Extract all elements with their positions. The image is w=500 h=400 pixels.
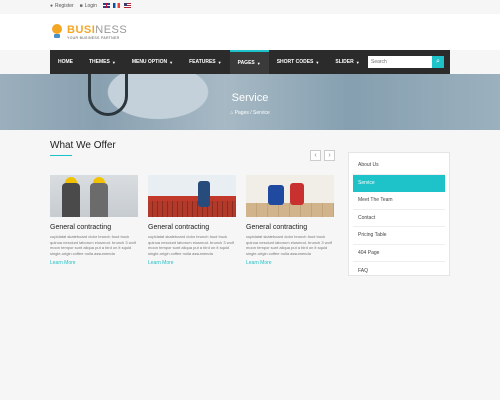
- nav-item-pages[interactable]: PAGES ▼: [229, 50, 269, 74]
- sidebar-item-label: 404 Page: [358, 249, 380, 256]
- home-icon: ⌂: [230, 110, 234, 116]
- nav-item-home[interactable]: HOME: [50, 50, 81, 74]
- site-header: BUSINESS YOUR BUSINESS PARTNER: [0, 14, 500, 50]
- service-card: General contracting cupidatat skateboard…: [246, 175, 334, 266]
- breadcrumb: ⌂ Pages / Service: [0, 110, 500, 116]
- floor-workers-image: [246, 175, 334, 217]
- sidebar-item-service[interactable]: Service: [353, 174, 445, 192]
- service-card: General contracting cupidatat skateboard…: [50, 175, 138, 266]
- learn-more-link[interactable]: Learn More: [148, 260, 236, 266]
- roofer-image: [148, 175, 236, 217]
- logo-brand-rest: NESS: [95, 23, 128, 36]
- page-banner: Service ⌂ Pages / Service: [0, 74, 500, 130]
- page-title: Service: [231, 92, 269, 104]
- search-button[interactable]: ⌕: [432, 56, 444, 68]
- learn-more-link[interactable]: Learn More: [50, 260, 138, 266]
- caret-down-icon: ▼: [217, 59, 222, 65]
- sidebar-item-label: About Us: [358, 162, 379, 169]
- caret-down-icon: ▼: [169, 59, 174, 65]
- nav-item-slider[interactable]: SLIDER ▼: [327, 50, 367, 74]
- main-nav: HOME THEMES ▼ MENU OPTION ▼ FEATURES ▼ PAGE…: [50, 50, 450, 74]
- card-text: cupidatat skateboard dolor brunch food t…: [50, 234, 136, 256]
- nav-label: HOME: [58, 59, 73, 65]
- breadcrumb-separator: /: [250, 110, 252, 116]
- section-underline: [50, 155, 72, 156]
- learn-more-link[interactable]: Learn More: [246, 260, 334, 266]
- sidebar-item-label: Contact: [358, 214, 376, 221]
- section-title: What We Offer: [50, 140, 116, 151]
- language-flags: [102, 3, 133, 9]
- nav-label: FEATURES: [189, 59, 216, 65]
- construction-workers-image: [50, 175, 138, 217]
- nav-item-features[interactable]: FEATURES ▼: [181, 50, 230, 74]
- logo-brand: BUSINESS: [67, 23, 128, 36]
- card-title[interactable]: General contracting: [246, 224, 334, 231]
- nav-label: SLIDER: [335, 59, 354, 65]
- main-content: What We Offer ‹ › General contracting cu…: [50, 140, 340, 266]
- nav-label: THEMES: [89, 59, 110, 65]
- us-flag-icon[interactable]: [123, 3, 131, 9]
- bulb-logo-icon: [50, 24, 64, 40]
- chevron-right-icon: ›: [328, 152, 331, 159]
- sidebar-item-contact[interactable]: Contact: [353, 210, 445, 227]
- caret-down-icon: ▼: [256, 60, 261, 66]
- sidebar-menu: About Us Service Meet The Team Contact P…: [348, 152, 450, 276]
- fr-flag-icon[interactable]: [113, 3, 121, 9]
- caret-down-icon: ▼: [355, 59, 360, 65]
- sidebar-item-meet-the-team[interactable]: Meet The Team: [353, 192, 445, 210]
- service-card: General contracting cupidatat skateboard…: [148, 175, 236, 266]
- card-text: cupidatat skateboard dolor brunch food t…: [246, 234, 332, 256]
- card-title[interactable]: General contracting: [148, 224, 236, 231]
- nav-item-short-codes[interactable]: SHORT CODES ▼: [269, 50, 328, 74]
- chevron-left-icon: ‹: [314, 152, 317, 159]
- nav-label: MENU OPTION: [131, 59, 168, 65]
- nav-label: PAGES: [237, 60, 255, 66]
- caret-down-icon: ▼: [315, 59, 320, 65]
- site-logo[interactable]: BUSINESS YOUR BUSINESS PARTNER: [50, 24, 127, 40]
- sidebar-item-label: Pricing Table: [358, 232, 387, 239]
- breadcrumb-pages-link[interactable]: Pages: [235, 110, 249, 116]
- sidebar-item-faq[interactable]: FAQ: [353, 262, 445, 280]
- nav-item-menu-option[interactable]: MENU OPTION ▼: [124, 50, 181, 74]
- register-link[interactable]: ● Register: [50, 3, 74, 9]
- carousel-prev-button[interactable]: ‹: [310, 150, 321, 161]
- uk-flag-icon[interactable]: [102, 3, 110, 9]
- user-icon: ●: [50, 3, 54, 9]
- search-input[interactable]: [368, 56, 432, 68]
- sidebar-item-pricing-table[interactable]: Pricing Table: [353, 227, 445, 245]
- top-bar: ● Register ■ Login: [0, 0, 500, 14]
- carousel-arrows: ‹ ›: [310, 150, 335, 161]
- login-label: Login: [84, 3, 97, 9]
- sidebar-item-label: Meet The Team: [358, 197, 393, 204]
- lock-icon: ■: [79, 3, 83, 9]
- sidebar-item-about-us[interactable]: About Us: [353, 157, 445, 175]
- sidebar-item-label: FAQ: [358, 267, 369, 274]
- register-label: Register: [55, 3, 74, 9]
- service-cards: General contracting cupidatat skateboard…: [50, 175, 340, 266]
- search-icon: ⌕: [436, 58, 440, 65]
- carousel-next-button[interactable]: ›: [324, 150, 335, 161]
- card-title[interactable]: General contracting: [50, 224, 138, 231]
- breadcrumb-current: Service: [253, 110, 270, 116]
- nav-label: SHORT CODES: [276, 59, 314, 65]
- login-link[interactable]: ■ Login: [80, 3, 97, 9]
- logo-brand-highlight: BUSI: [67, 23, 96, 36]
- sidebar-item-404-page[interactable]: 404 Page: [353, 245, 445, 262]
- card-text: cupidatat skateboard dolor brunch food t…: [148, 234, 234, 256]
- logo-tagline: YOUR BUSINESS PARTNER: [67, 35, 120, 40]
- sidebar-item-label: Service: [358, 180, 375, 187]
- top-links: ● Register ■ Login: [50, 3, 133, 9]
- nav-search: ⌕: [368, 56, 444, 68]
- nav-item-themes[interactable]: THEMES ▼: [81, 50, 124, 74]
- caret-down-icon: ▼: [111, 59, 116, 65]
